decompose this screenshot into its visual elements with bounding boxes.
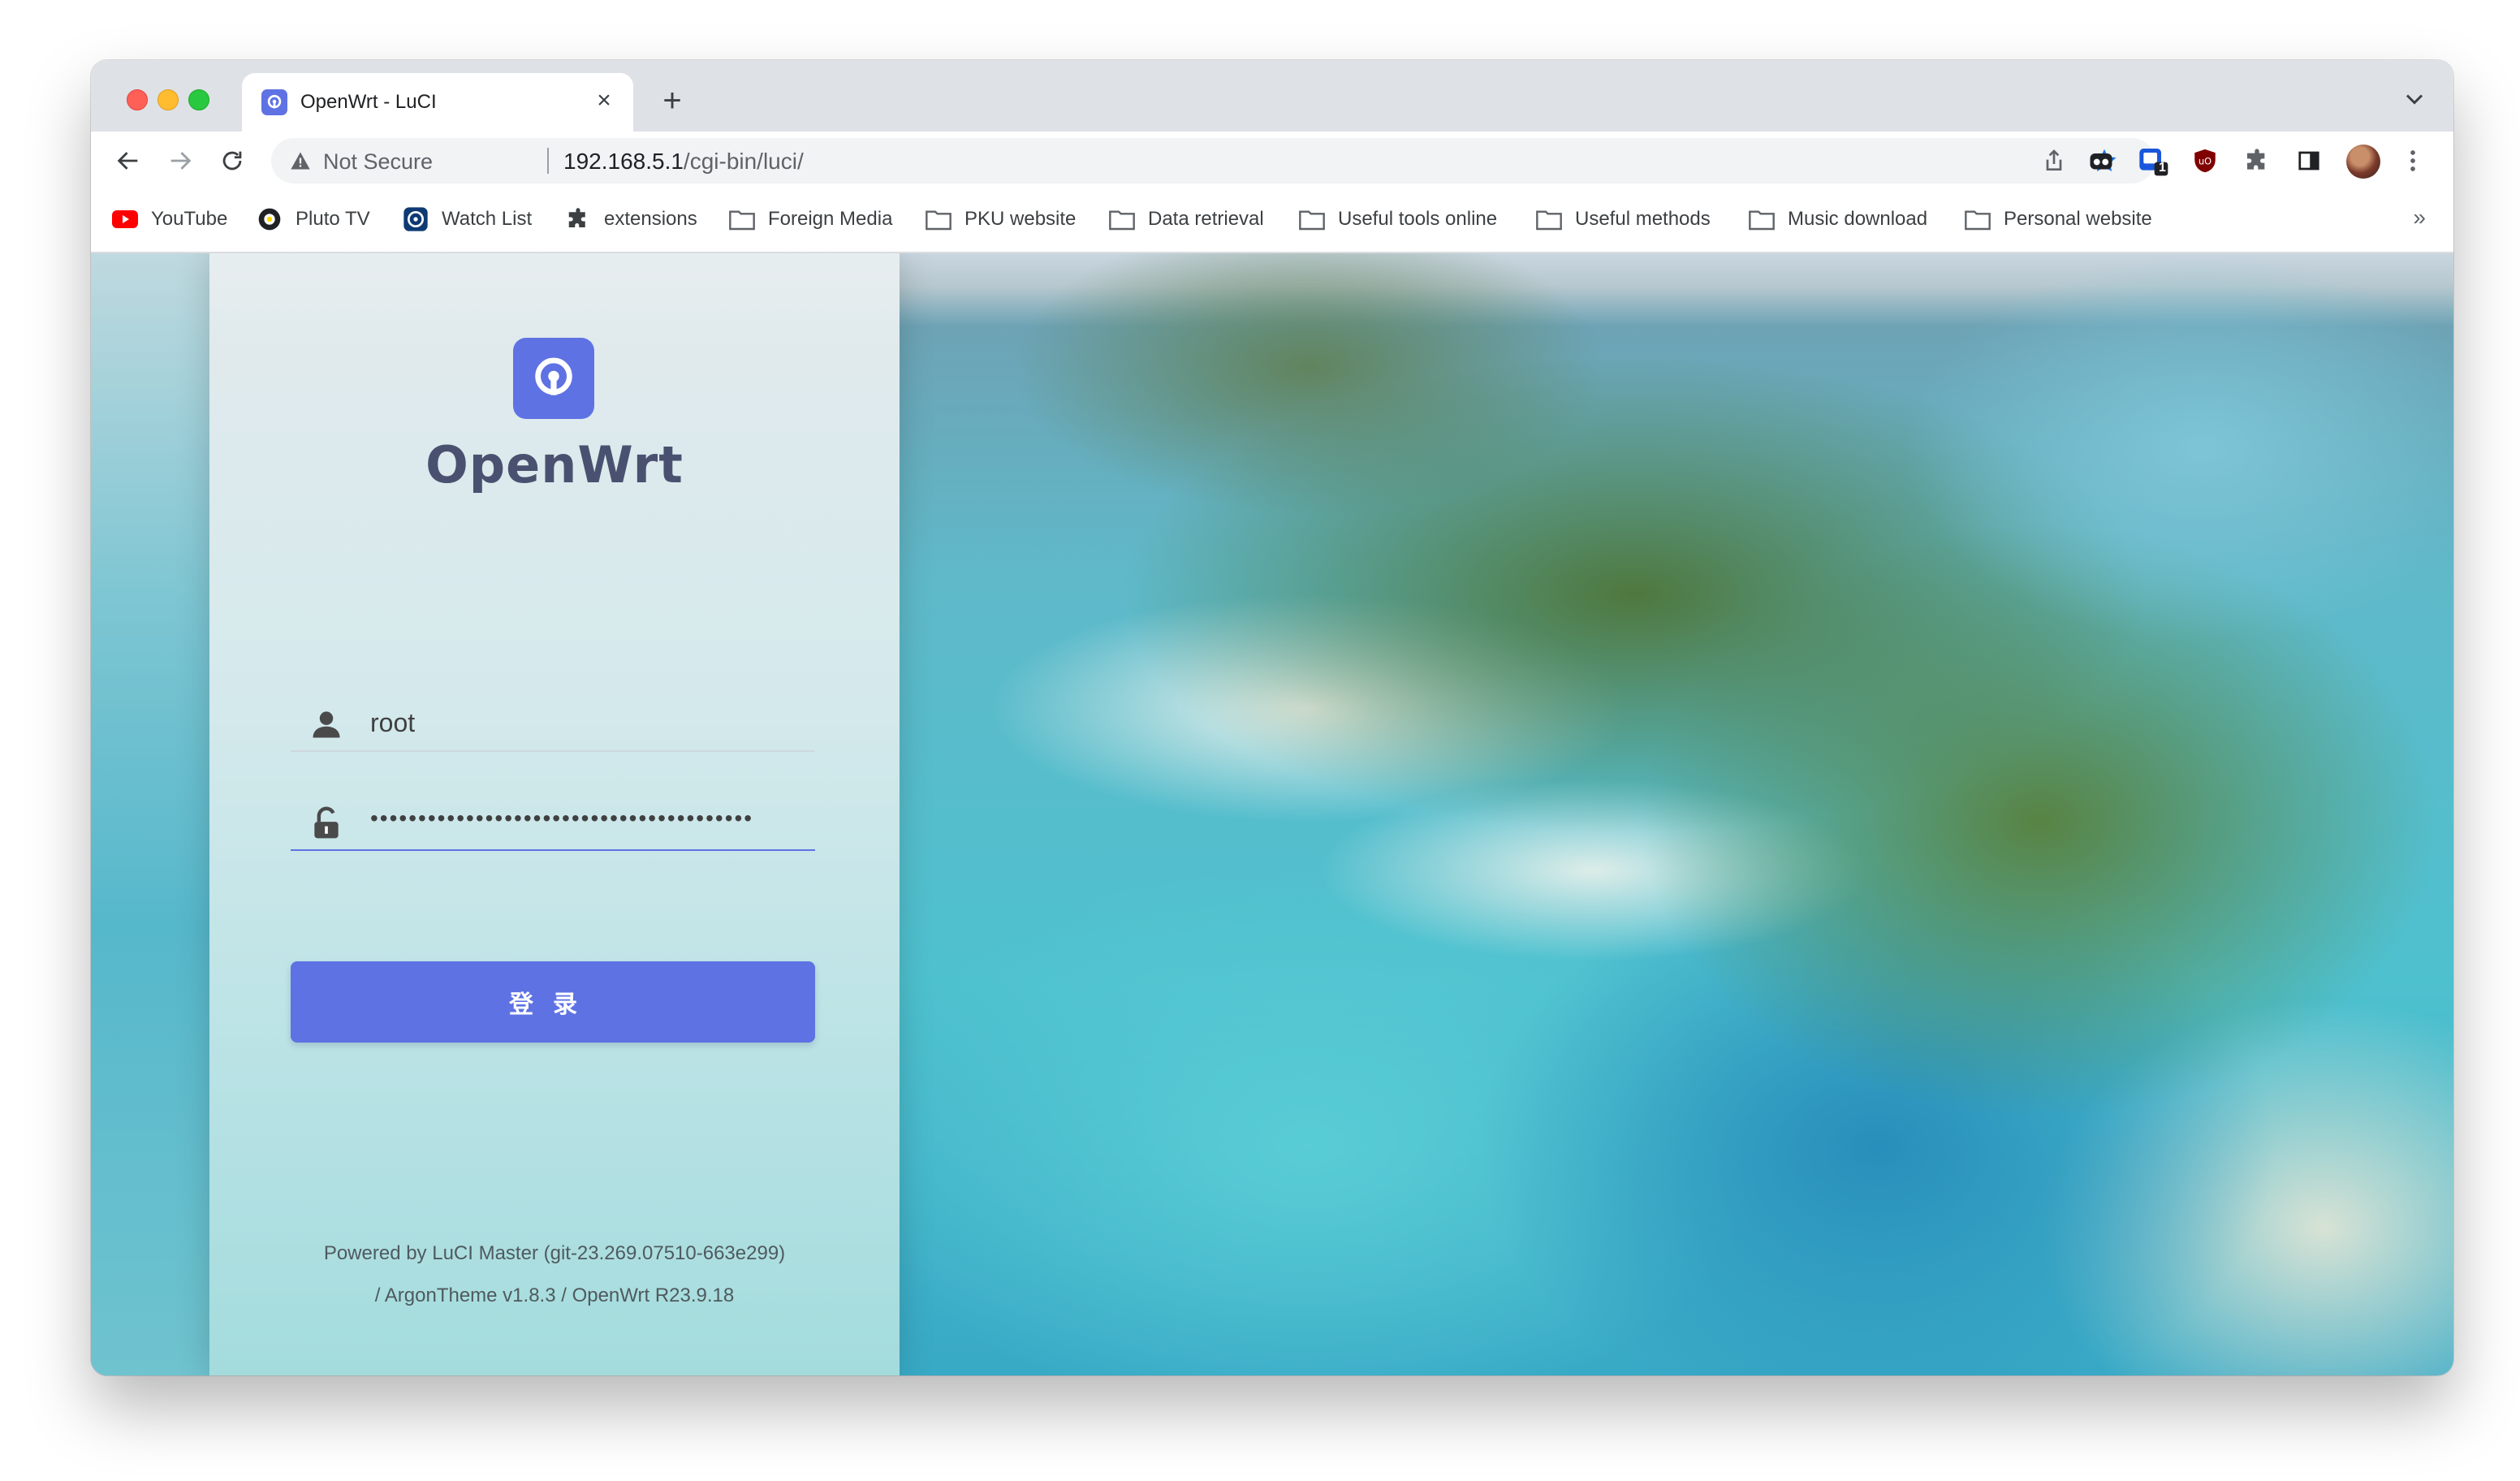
watch-list-icon	[403, 206, 429, 232]
glasses-extension-icon[interactable]	[2085, 145, 2117, 177]
reload-icon[interactable]	[214, 143, 250, 179]
url-host: 192.168.5.1	[563, 149, 684, 174]
openwrt-favicon-icon	[261, 89, 287, 115]
brand-title: OpenWrt	[425, 435, 684, 494]
folder-icon	[1299, 206, 1325, 232]
tab-title: OpenWrt - LuCI	[300, 91, 437, 113]
back-arrow-icon[interactable]	[110, 143, 146, 179]
bookmark-label: Data retrieval	[1148, 208, 1264, 230]
bookmark-label: Useful methods	[1575, 208, 1711, 230]
ublock-shield-icon[interactable]: uO	[2189, 145, 2221, 177]
footer-powered-by: Powered by LuCI Master (git-23.269.07510…	[323, 1242, 786, 1264]
bookmark-youtube[interactable]: YouTube	[112, 205, 227, 234]
tab-openwrt[interactable]: OpenWrt - LuCI ×	[242, 73, 633, 132]
bookmark-folder-foreign-media[interactable]: Foreign Media	[729, 205, 892, 234]
address-separator	[547, 148, 549, 174]
more-menu-icon[interactable]	[2397, 145, 2429, 177]
bookmark-folder-music-download[interactable]: Music download	[1749, 205, 1927, 234]
browser-window: OpenWrt - LuCI × + Not Secure 192.168.5.…	[91, 60, 2453, 1375]
bookmark-folder-useful-methods[interactable]: Useful methods	[1536, 205, 1711, 234]
unlock-icon	[309, 805, 344, 841]
url-text[interactable]: 192.168.5.1/cgi-bin/luci/	[563, 149, 804, 175]
bookmark-label: Useful tools online	[1338, 208, 1498, 230]
bookmark-pluto-tv[interactable]: Pluto TV	[257, 205, 370, 234]
address-bar[interactable]: Not Secure 192.168.5.1/cgi-bin/luci/	[271, 138, 2155, 184]
bookmarks-bar: YouTube Pluto TV Watch List extensions F…	[91, 190, 2453, 253]
username-value[interactable]: root	[370, 708, 415, 738]
warning-triangle-icon[interactable]	[289, 149, 312, 172]
share-icon[interactable]	[2041, 148, 2067, 174]
folder-icon	[1965, 206, 1991, 232]
user-icon	[309, 706, 344, 742]
bookmark-folder-personal-website[interactable]: Personal website	[1965, 205, 2152, 234]
username-field[interactable]: root	[291, 692, 815, 752]
bookmark-folder-data-retrieval[interactable]: Data retrieval	[1109, 205, 1264, 234]
background-left-strip	[91, 253, 209, 1375]
forward-arrow-icon[interactable]	[162, 143, 198, 179]
login-panel: OpenWrt root •••••••••••••••••••••••••••…	[209, 253, 900, 1375]
folder-icon	[1109, 206, 1135, 232]
profile-avatar[interactable]	[2346, 145, 2380, 179]
password-field[interactable]: ••••••••••••••••••••••••••••••••••••••••	[291, 791, 815, 851]
bookmark-folder-pku-website[interactable]: PKU website	[926, 205, 1076, 234]
browser-toolbar: Not Secure 192.168.5.1/cgi-bin/luci/ 1 u…	[91, 132, 2453, 190]
bookmark-label: Personal website	[2004, 208, 2152, 230]
folder-icon	[1749, 206, 1775, 232]
bookmark-label: YouTube	[151, 208, 228, 230]
bookmark-label: PKU website	[964, 208, 1077, 230]
bookmark-label: Music download	[1788, 208, 1928, 230]
openwrt-logo-icon	[513, 338, 594, 419]
bookmark-folder-useful-tools-online[interactable]: Useful tools online	[1299, 205, 1497, 234]
folder-icon	[1536, 206, 1562, 232]
extensions-puzzle-icon[interactable]	[2241, 145, 2273, 177]
password-value[interactable]: ••••••••••••••••••••••••••••••••••••••••	[370, 805, 753, 831]
close-window-button[interactable]	[127, 89, 148, 110]
login-button[interactable]: 登录	[291, 961, 815, 1043]
tab-search-chevron-icon[interactable]	[2400, 84, 2429, 114]
puzzle-icon	[565, 206, 591, 232]
extension-badge: 1	[2159, 161, 2166, 175]
bookmark-watch-list[interactable]: Watch List	[403, 205, 532, 234]
bookmark-label: Pluto TV	[296, 208, 370, 230]
bookmark-extensions[interactable]: extensions	[565, 205, 697, 234]
youtube-icon	[112, 206, 138, 232]
footer-version: / ArgonTheme v1.8.3 / OpenWrt R23.9.18	[374, 1285, 735, 1306]
tab-strip: OpenWrt - LuCI × +	[91, 60, 2453, 132]
tab-close-icon[interactable]: ×	[589, 86, 619, 115]
bookmark-label: Foreign Media	[768, 208, 893, 230]
pluto-tv-icon	[257, 206, 283, 232]
bookmark-label: extensions	[604, 208, 697, 230]
zoom-window-button[interactable]	[188, 89, 209, 110]
side-panel-icon[interactable]	[2293, 145, 2325, 177]
svg-text:uO: uO	[2199, 155, 2211, 166]
tab-manager-extension-icon[interactable]: 1	[2137, 145, 2169, 177]
bookmarks-overflow-button[interactable]: »	[2413, 205, 2426, 231]
minimize-window-button[interactable]	[158, 89, 179, 110]
bookmark-label: Watch List	[442, 208, 533, 230]
folder-icon	[729, 206, 755, 232]
page-viewport: OpenWrt root •••••••••••••••••••••••••••…	[91, 253, 2453, 1375]
new-tab-button[interactable]: +	[651, 80, 693, 122]
security-label[interactable]: Not Secure	[323, 149, 433, 175]
folder-icon	[926, 206, 951, 232]
url-path: /cgi-bin/luci/	[683, 149, 804, 174]
